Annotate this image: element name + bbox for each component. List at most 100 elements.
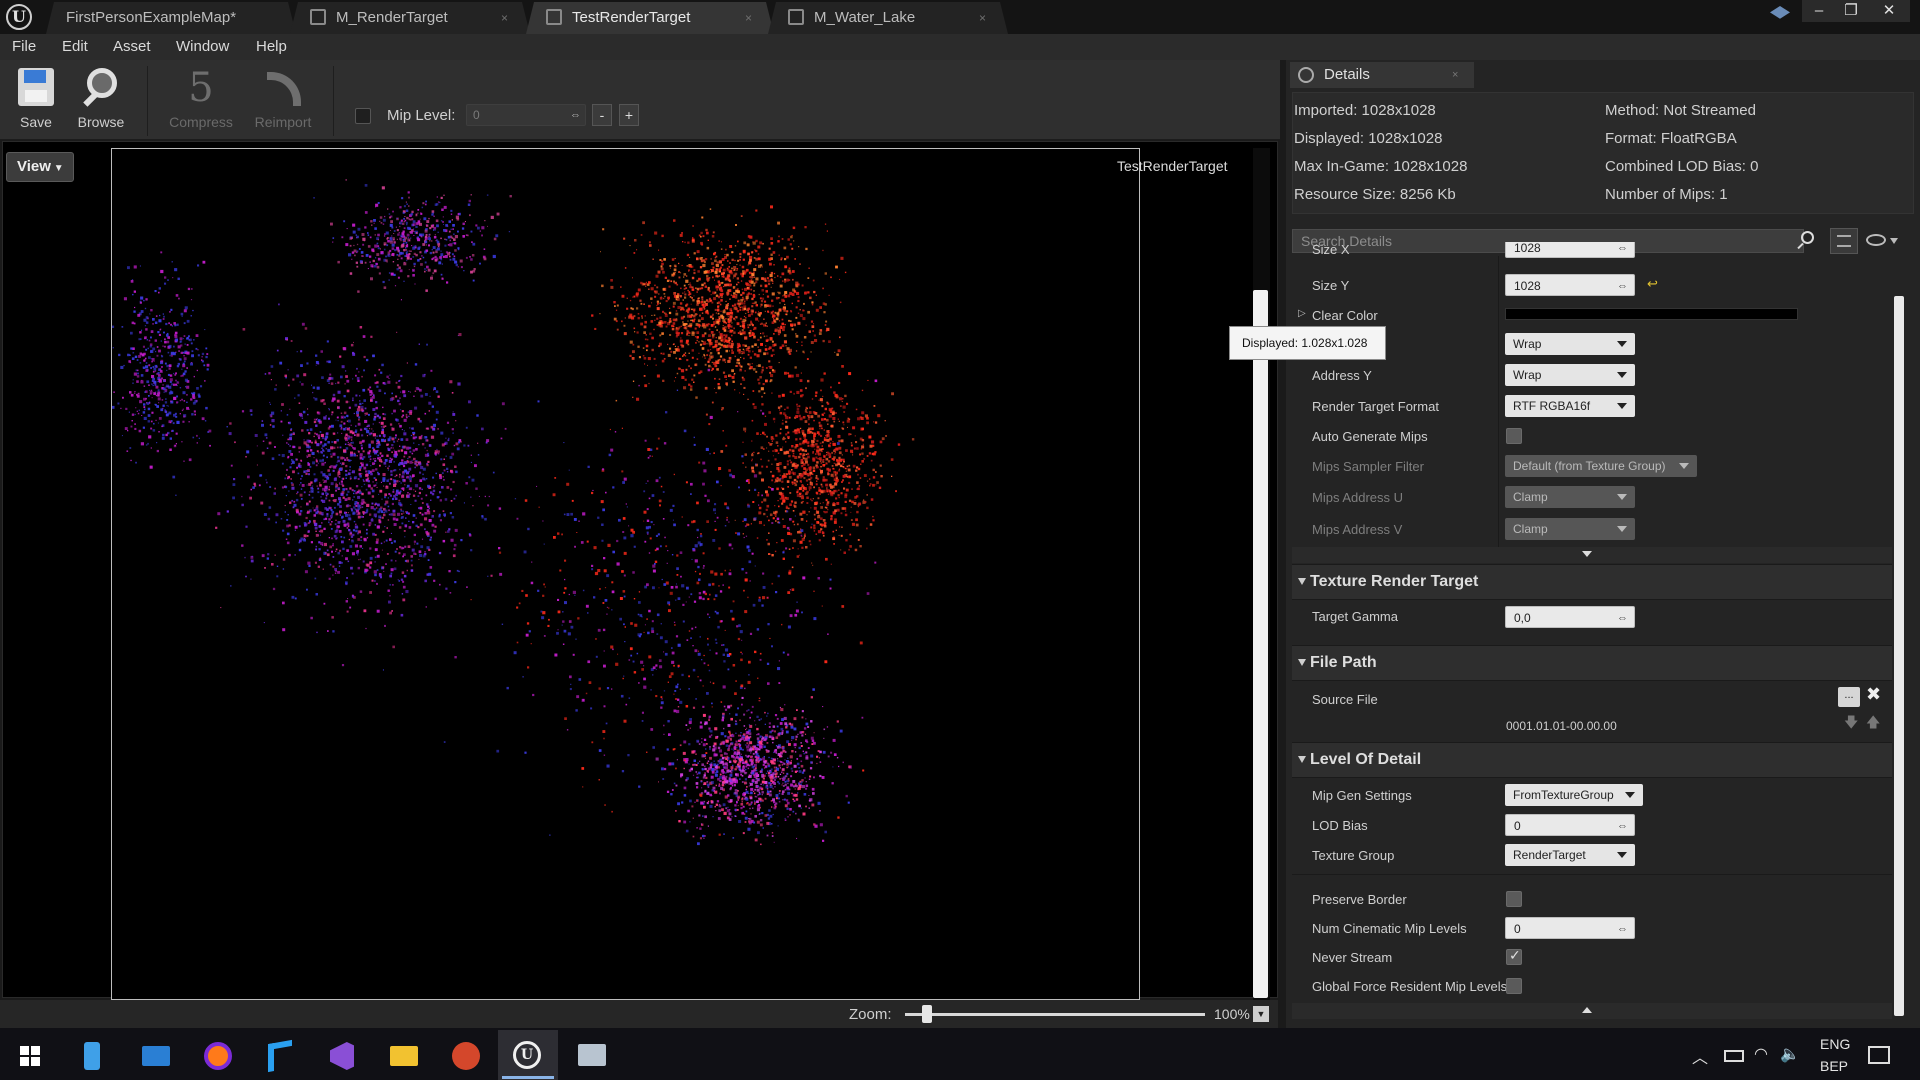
particle-dot — [632, 296, 634, 298]
tab-test-render-target[interactable]: TestRenderTarget × — [526, 2, 774, 34]
tab-m-render-target[interactable]: M_RenderTarget × — [290, 2, 530, 34]
particle-dot — [314, 526, 318, 530]
close-icon[interactable]: × — [979, 2, 986, 34]
particle-dot — [384, 392, 386, 395]
close-window-button[interactable]: ✕ — [1868, 0, 1910, 22]
particle-dot — [799, 427, 802, 430]
particle-dot — [376, 554, 380, 558]
particle-dot — [719, 293, 722, 295]
particle-dot — [402, 390, 406, 394]
particle-dot — [137, 313, 141, 317]
particle-dot — [156, 354, 159, 357]
particle-dot — [144, 336, 147, 339]
particle-dot — [838, 534, 840, 536]
unreal-logo-icon[interactable]: U — [6, 4, 32, 30]
menu-asset[interactable]: Asset — [113, 38, 151, 55]
compress-button[interactable]: 5 Compress — [162, 66, 240, 130]
particle-dot — [826, 434, 830, 438]
particle-dot — [763, 392, 766, 394]
mip-level-checkbox[interactable] — [355, 108, 371, 124]
particle-dot — [823, 372, 826, 375]
tab-first-person-map[interactable]: FirstPersonExampleMap* — [46, 2, 296, 34]
particle-dot — [348, 428, 350, 430]
particle-dot — [383, 570, 385, 572]
menu-help[interactable]: Help — [256, 38, 287, 55]
tab-m-water-lake[interactable]: M_Water_Lake × — [768, 2, 1008, 34]
particle-dot — [699, 314, 701, 317]
particle-dot — [850, 506, 852, 508]
particle-dot — [804, 457, 808, 461]
save-button[interactable]: Save — [10, 66, 62, 130]
particle-dot — [695, 342, 697, 344]
particle-dot — [808, 466, 812, 470]
particle-dot — [344, 458, 347, 461]
particle-dot — [161, 399, 164, 401]
particle-dot — [753, 290, 755, 292]
close-icon[interactable]: × — [745, 2, 752, 34]
particle-dot — [396, 268, 399, 271]
particle-dot — [763, 512, 766, 516]
reimport-button[interactable]: Reimport — [248, 66, 318, 130]
particle-dot — [765, 508, 768, 511]
particle-dot — [382, 218, 386, 222]
minimize-button[interactable]: – — [1802, 0, 1836, 22]
particle-dot — [146, 380, 150, 384]
particle-dot — [360, 536, 363, 539]
particle-dot — [796, 390, 800, 394]
particle-dot — [401, 571, 405, 574]
mip-minus-button[interactable]: - — [592, 104, 612, 126]
browse-button[interactable]: Browse — [72, 66, 130, 130]
particle-dot — [147, 407, 151, 411]
particle-dot — [859, 453, 861, 456]
particle-dot — [851, 522, 855, 526]
particle-dot — [719, 346, 722, 349]
mip-plus-button[interactable]: + — [619, 104, 639, 126]
particle-dot — [760, 458, 762, 461]
menu-file[interactable]: File — [12, 38, 36, 55]
mip-level-field[interactable]: 0 ⇔ — [466, 104, 586, 126]
particle-dot — [392, 517, 396, 521]
particle-dot — [424, 553, 427, 556]
particle-dot — [454, 528, 458, 532]
particle-dot — [758, 390, 761, 393]
particle-dot — [376, 265, 380, 269]
particle-dot — [434, 229, 436, 231]
particle-dot — [323, 481, 325, 483]
particle-dot — [679, 302, 683, 305]
particle-dot — [355, 504, 358, 507]
particle-dot — [176, 401, 179, 404]
particle-dot — [843, 551, 846, 554]
particle-dot — [733, 374, 735, 376]
particle-dot — [300, 510, 303, 513]
particle-dot — [345, 465, 348, 468]
maximize-button[interactable]: ❐ — [1834, 0, 1868, 22]
particle-dot — [399, 206, 402, 209]
particle-dot — [897, 443, 901, 446]
particle-dot — [756, 365, 758, 367]
particle-dot — [373, 434, 375, 437]
particle-dot — [331, 424, 334, 428]
particle-dot — [714, 340, 718, 344]
particle-dot — [343, 220, 346, 223]
particle-dot — [370, 518, 374, 522]
particle-dot — [150, 389, 153, 392]
particle-dot — [395, 226, 397, 228]
menu-edit[interactable]: Edit — [62, 38, 88, 55]
particle-dot — [379, 517, 382, 519]
particle-dot — [172, 475, 176, 479]
particle-dot — [376, 446, 378, 448]
menu-window[interactable]: Window — [176, 38, 229, 55]
close-icon[interactable]: × — [501, 2, 508, 34]
particle-dot — [807, 277, 810, 279]
particle-dot — [838, 420, 840, 422]
particle-dot — [779, 474, 781, 476]
particle-dot — [338, 488, 340, 490]
particle-dot — [368, 455, 371, 458]
particle-dot — [391, 392, 393, 395]
particle-dot — [722, 272, 725, 275]
particle-dot — [399, 222, 401, 224]
particle-dot — [834, 482, 838, 486]
particle-dot — [388, 279, 390, 281]
particle-dot — [691, 239, 695, 243]
particle-dot — [762, 383, 765, 386]
